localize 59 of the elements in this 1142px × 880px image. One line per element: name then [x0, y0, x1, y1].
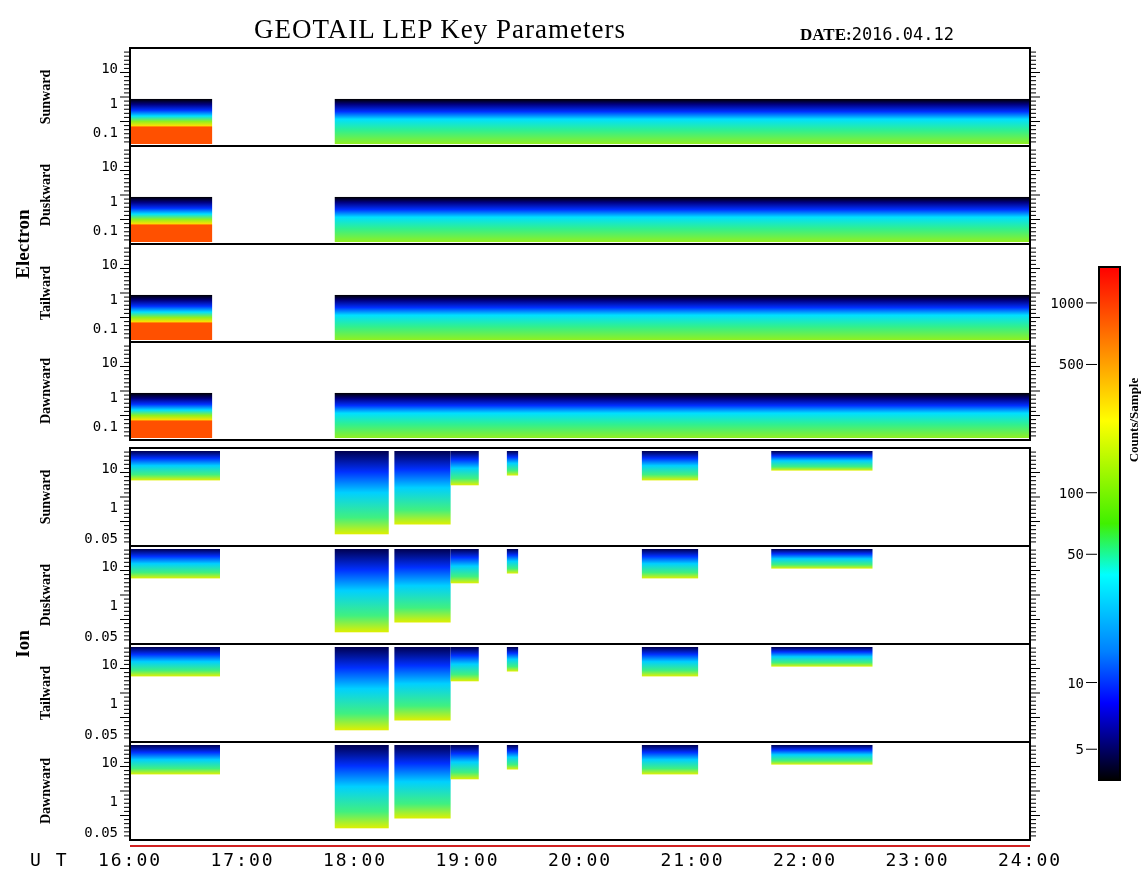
colorbar-title: Counts/Sample [1126, 377, 1141, 463]
time-tick-label: 18:00 [322, 849, 388, 870]
y-tick-label: 1 [109, 388, 118, 405]
panel-label: Sunward [38, 69, 53, 125]
time-axis-label: U T [30, 849, 69, 870]
colorbar-tick [1085, 748, 1098, 750]
colorbar-tick [1085, 363, 1098, 365]
colorbar-tick-label: 500 [1058, 356, 1084, 373]
panel-label: Tailward [38, 666, 53, 720]
y-tick-label: 10 [101, 59, 118, 76]
time-tick-label: 19:00 [435, 849, 500, 870]
y-tick-label: 0.05 [84, 726, 118, 743]
group-label: Electron [12, 209, 33, 279]
time-tick-label: 24:00 [997, 849, 1063, 870]
time-tick-label: 17:00 [210, 849, 275, 870]
date-text: DATE:2016.04.12 [800, 24, 954, 44]
y-tick-label: 0.1 [92, 124, 118, 141]
time-tick-label: 22:00 [772, 849, 838, 870]
y-tick-label: 10 [101, 753, 118, 770]
time-tick-label: 23:00 [885, 849, 950, 870]
panel-label: Sunward [38, 469, 53, 525]
y-tick-label: 1 [109, 192, 118, 209]
time-tick-label: 20:00 [547, 849, 613, 870]
colorbar-tick-label: 5 [1075, 741, 1084, 758]
y-tick-label: 10 [101, 459, 118, 476]
colorbar-tick [1085, 492, 1098, 494]
y-tick-label: 10 [101, 157, 118, 174]
y-tick-label: 0.1 [92, 320, 118, 337]
panel-label: Dawnward [38, 757, 53, 825]
y-tick-label: 1 [109, 596, 118, 613]
y-tick-label: 0.05 [84, 530, 118, 547]
y-tick-label: 0.1 [92, 418, 118, 435]
y-tick-label: 0.05 [84, 824, 118, 841]
time-tick-label: 21:00 [660, 849, 725, 870]
colorbar-tick-label: 50 [1067, 546, 1084, 563]
y-tick-label: 1 [109, 94, 118, 111]
colorbar-tick-label: 10 [1067, 674, 1084, 691]
plot-title: GEOTAIL LEP Key Parameters [254, 14, 626, 44]
colorbar-tick-label: 1000 [1050, 294, 1084, 311]
panel-label: Tailward [38, 266, 53, 320]
panel-label: Duskward [38, 163, 53, 227]
y-tick-label: 1 [109, 290, 118, 307]
y-tick-label: 0.1 [92, 222, 118, 239]
panel-label: Dawnward [38, 357, 53, 425]
panel-label: Duskward [38, 563, 53, 627]
y-tick-label: 10 [101, 655, 118, 672]
colorbar-tick [1085, 302, 1098, 304]
colorbar-tick [1085, 682, 1098, 684]
y-tick-label: 10 [101, 353, 118, 370]
time-tick-label: 16:00 [97, 849, 163, 870]
colorbar-tick-label: 100 [1058, 484, 1084, 501]
y-tick-label: 10 [101, 255, 118, 272]
y-tick-label: 0.05 [84, 628, 118, 645]
y-tick-label: 1 [109, 792, 118, 809]
colorbar-tick [1085, 553, 1098, 555]
y-tick-label: 1 [109, 498, 118, 515]
y-tick-label: 1 [109, 694, 118, 711]
group-label: Ion [12, 630, 33, 658]
y-tick-label: 10 [101, 557, 118, 574]
